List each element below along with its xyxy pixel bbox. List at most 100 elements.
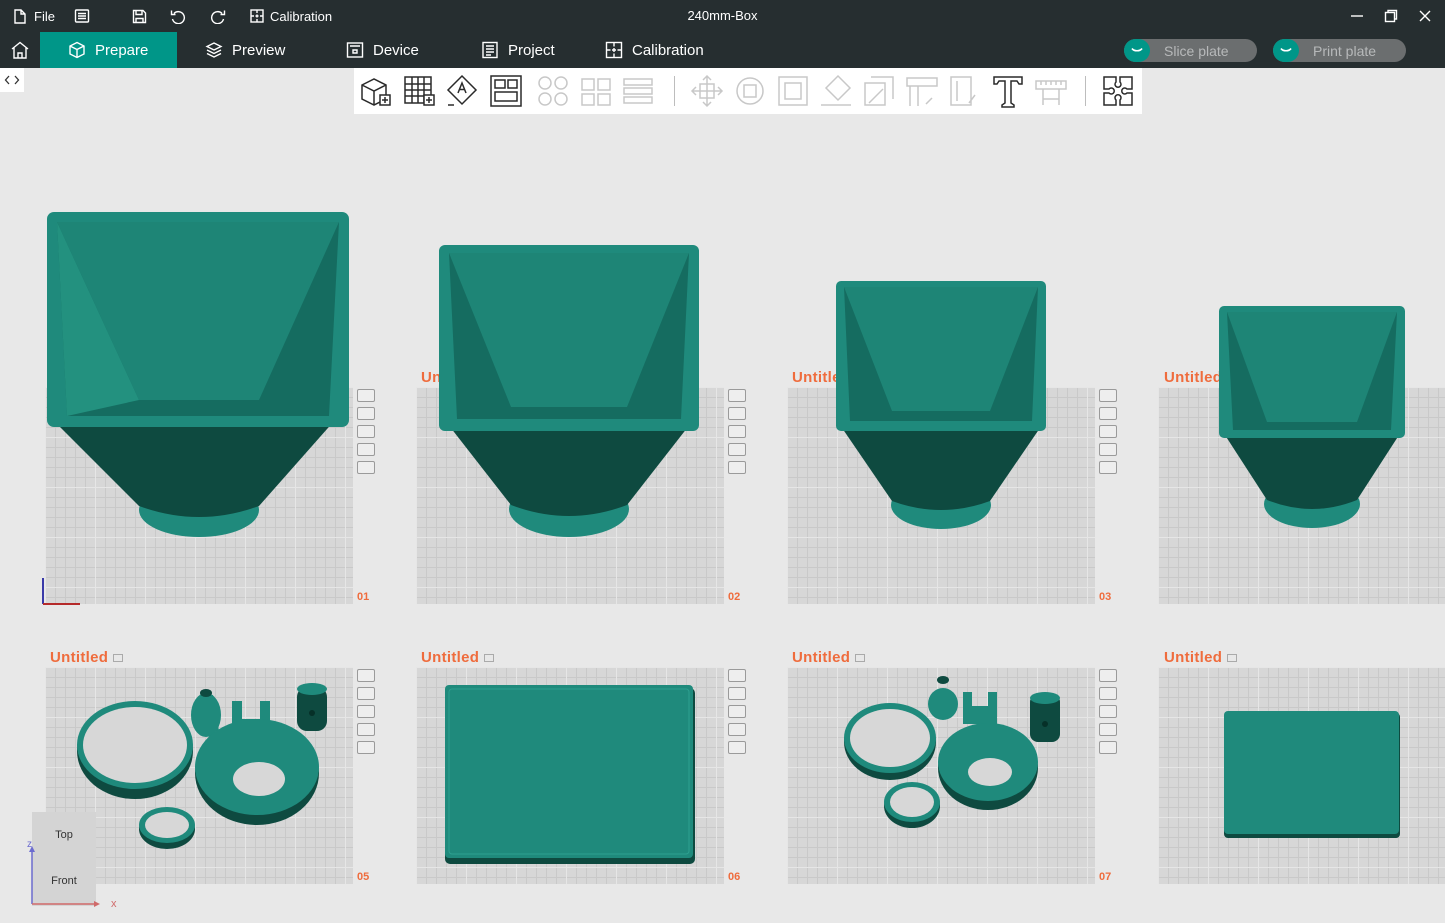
text-button[interactable]: [990, 73, 1026, 109]
home-button[interactable]: [0, 32, 40, 68]
hide-plate-icon[interactable]: [357, 407, 375, 420]
hide-plate-icon[interactable]: [1099, 687, 1117, 700]
layers-button[interactable]: [620, 73, 656, 109]
arrange-plate-icon[interactable]: [1099, 425, 1117, 438]
lock-plate-icon[interactable]: [728, 723, 746, 736]
file-menu[interactable]: File: [13, 0, 55, 32]
support-painting-button[interactable]: [904, 73, 940, 109]
edit-icon[interactable]: [484, 654, 495, 663]
funnel-model-01[interactable]: [45, 210, 353, 540]
auto-orient-icon: [446, 74, 478, 106]
lid-model-06[interactable]: [444, 684, 696, 866]
lock-plate-icon[interactable]: [1099, 443, 1117, 456]
plate-settings-icon[interactable]: [357, 741, 375, 754]
chevron-down-icon: [1280, 47, 1292, 52]
auto-orient-button[interactable]: [444, 73, 480, 109]
scale-icon: [778, 76, 808, 106]
split-parts-button[interactable]: [578, 73, 614, 109]
restore-button[interactable]: [1384, 0, 1398, 32]
arrange-plate-icon[interactable]: [357, 425, 375, 438]
arrange-plate-icon[interactable]: [728, 705, 746, 718]
plate-title-06[interactable]: Untitled: [421, 649, 495, 666]
parts-model-07[interactable]: [842, 672, 1066, 832]
lock-plate-icon[interactable]: [1099, 723, 1117, 736]
assembly-button[interactable]: [1100, 73, 1136, 109]
cube-icon: [69, 41, 85, 59]
plate-title-08[interactable]: Untitled: [1164, 649, 1238, 666]
tab-project[interactable]: Project: [453, 32, 588, 68]
add-plate-button[interactable]: [402, 73, 438, 109]
lock-plate-icon[interactable]: [357, 723, 375, 736]
slice-toggle[interactable]: [1124, 39, 1150, 62]
parts-model-05[interactable]: [75, 683, 335, 853]
print-plate-button[interactable]: Print plate: [1273, 39, 1406, 62]
plate-settings-icon[interactable]: [1099, 741, 1117, 754]
plate-actions-06: [728, 669, 746, 759]
lay-on-face-button[interactable]: [818, 73, 854, 109]
lid-model-08[interactable]: [1223, 710, 1401, 840]
tab-preview[interactable]: Preview: [177, 32, 312, 68]
minimize-icon: [1351, 15, 1363, 17]
menu-button[interactable]: [74, 0, 90, 32]
toolbar-separator: [674, 76, 675, 106]
hide-plate-icon[interactable]: [1099, 407, 1117, 420]
plate-number-06: 06: [728, 871, 741, 883]
plate-settings-icon[interactable]: [1099, 461, 1117, 474]
funnel-model-04[interactable]: [1217, 304, 1407, 532]
calibration-menu[interactable]: Calibration: [250, 0, 332, 32]
plate-title-03[interactable]: Untitled: [792, 369, 836, 386]
arrange-plate-icon[interactable]: [1099, 705, 1117, 718]
lock-plate-icon[interactable]: [728, 443, 746, 456]
arrange-plate-icon[interactable]: [357, 705, 375, 718]
delete-plate-icon[interactable]: [357, 389, 375, 402]
lock-plate-icon[interactable]: [357, 443, 375, 456]
close-button[interactable]: [1418, 0, 1432, 32]
tab-device[interactable]: Device: [318, 32, 453, 68]
rotate-button[interactable]: [732, 73, 768, 109]
minimize-button[interactable]: [1350, 0, 1364, 32]
print-toggle[interactable]: [1273, 39, 1299, 62]
funnel-model-03[interactable]: [834, 279, 1048, 533]
seam-painting-button[interactable]: [947, 73, 983, 109]
hide-plate-icon[interactable]: [357, 687, 375, 700]
hide-plate-icon[interactable]: [728, 407, 746, 420]
device-icon: [346, 42, 364, 58]
plate-settings-icon[interactable]: [728, 461, 746, 474]
delete-plate-icon[interactable]: [1099, 669, 1117, 682]
edit-icon[interactable]: [855, 654, 866, 663]
tab-calibration[interactable]: Calibration: [577, 32, 727, 68]
arrange-plate-icon[interactable]: [728, 425, 746, 438]
delete-plate-icon[interactable]: [728, 389, 746, 402]
cut-icon: [864, 76, 894, 106]
redo-button[interactable]: [210, 0, 226, 32]
funnel-model-02[interactable]: [437, 243, 701, 543]
main-nav: Prepare Preview Device Project Calibrati…: [0, 32, 1445, 68]
delete-plate-icon[interactable]: [357, 669, 375, 682]
measure-button[interactable]: [1033, 73, 1069, 109]
arrange-button[interactable]: [488, 73, 524, 109]
edit-icon[interactable]: [113, 654, 124, 663]
hide-plate-icon[interactable]: [728, 687, 746, 700]
sidebar-toggle[interactable]: [0, 68, 24, 92]
plate-title-07[interactable]: Untitled: [792, 649, 866, 666]
plate-settings-icon[interactable]: [357, 461, 375, 474]
add-object-button[interactable]: [358, 73, 394, 109]
plate-settings-icon[interactable]: [728, 741, 746, 754]
plate-title-08-text: Untitled: [1164, 649, 1223, 666]
plate-title-04[interactable]: Untitled: [1164, 369, 1220, 386]
save-button[interactable]: [132, 0, 147, 32]
plate-title-05[interactable]: Untitled: [50, 649, 124, 666]
lay-on-face-icon: [821, 74, 852, 106]
slice-plate-button[interactable]: Slice plate: [1124, 39, 1257, 62]
tab-prepare[interactable]: Prepare: [40, 32, 177, 68]
cut-button[interactable]: [861, 73, 897, 109]
undo-button[interactable]: [170, 0, 186, 32]
edit-icon[interactable]: [1227, 654, 1238, 663]
seam-paint-icon: [950, 76, 976, 106]
rotate-icon: [736, 77, 764, 105]
scale-button[interactable]: [775, 73, 811, 109]
delete-plate-icon[interactable]: [1099, 389, 1117, 402]
split-objects-button[interactable]: [535, 73, 571, 109]
move-button[interactable]: [689, 73, 725, 109]
delete-plate-icon[interactable]: [728, 669, 746, 682]
